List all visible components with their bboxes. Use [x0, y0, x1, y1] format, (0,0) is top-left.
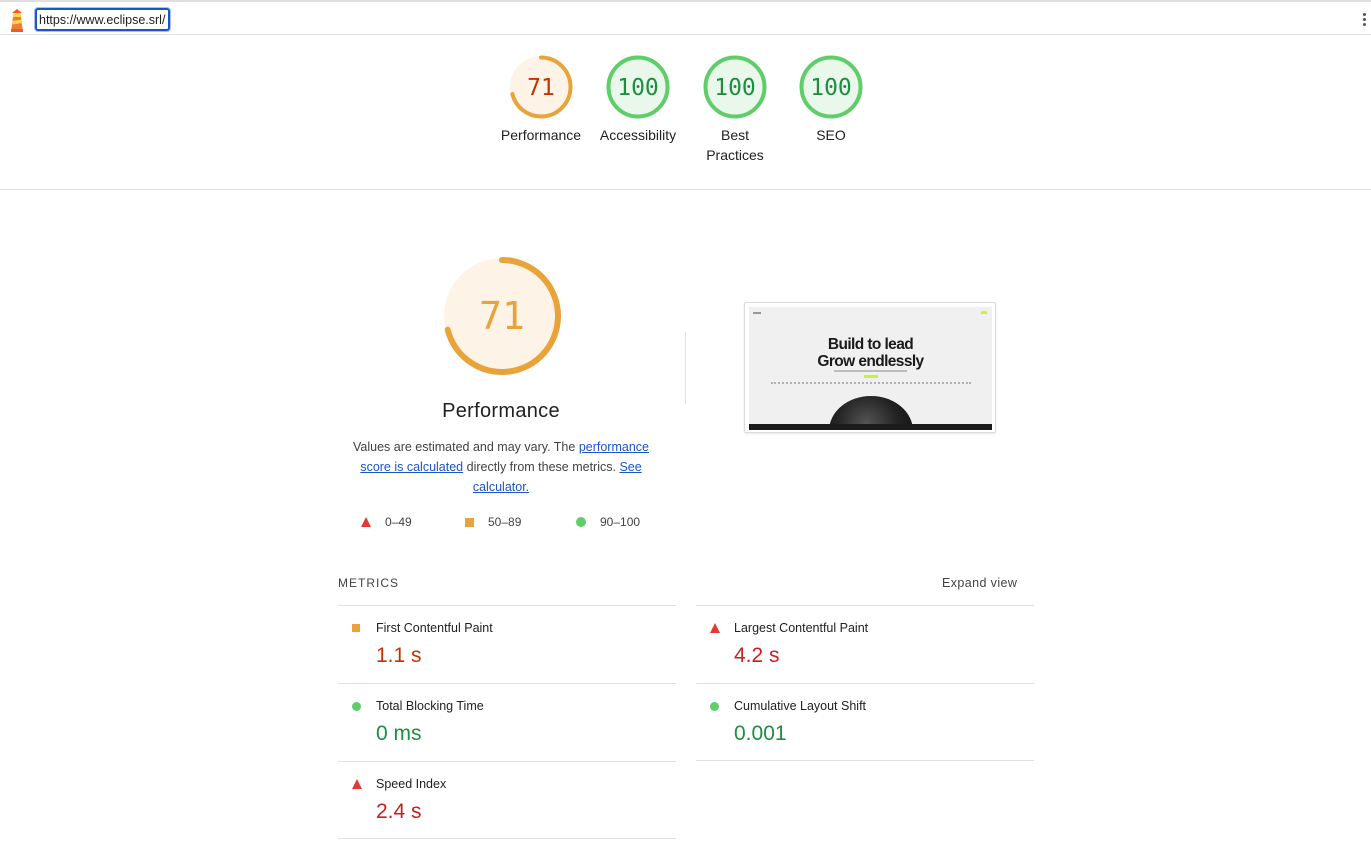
metric-first-contentful-paint: First Contentful Paint 1.1 s [338, 605, 676, 683]
url-link[interactable]: https://www.eclipse.srl/ [35, 8, 171, 31]
performance-title: Performance [442, 400, 560, 422]
desc-text: directly from these metrics. [463, 460, 620, 474]
red-triangle-icon [710, 623, 720, 633]
red-triangle-icon [361, 517, 371, 527]
metric-name: First Contentful Paint [376, 621, 493, 635]
gauge-best-practices[interactable]: 100 Best Practices [685, 54, 785, 165]
performance-score: 71 [479, 294, 525, 338]
gauge-performance[interactable]: 71 Performance [491, 54, 591, 145]
top-bar: https://www.eclipse.srl/ [0, 0, 1371, 35]
metric-divider [338, 838, 676, 839]
metric-value: 0 ms [376, 722, 422, 745]
metrics-heading: METRICS [338, 576, 399, 590]
metric-name: Total Blocking Time [376, 699, 484, 713]
metric-value: 2.4 s [376, 800, 422, 823]
gauge-score: 71 [527, 75, 555, 101]
metric-largest-contentful-paint: Largest Contentful Paint 4.2 s [696, 605, 1034, 683]
metric-name: Cumulative Layout Shift [734, 699, 867, 713]
metric-total-blocking-time: Total Blocking Time 0 ms [338, 683, 676, 761]
metric-value: 1.1 s [376, 644, 422, 667]
gauge-ring: 100 [606, 55, 670, 119]
thumb-bottom-bar [749, 424, 992, 430]
legend-fail: 0–49 [361, 515, 412, 529]
final-screenshot[interactable]: Build to lead Grow endlessly [744, 302, 996, 433]
performance-gauge: 71 [443, 257, 561, 375]
legend-average: 50–89 [465, 515, 521, 529]
gauge-label: Best Practices [706, 127, 764, 163]
gauge-score: 100 [617, 75, 659, 101]
red-triangle-icon [352, 779, 362, 789]
legend-range: 0–49 [385, 515, 412, 529]
orange-square-icon [465, 517, 474, 527]
metric-speed-index: Speed Index 2.4 s [338, 761, 676, 839]
gauge-label: Performance [500, 127, 582, 143]
legend-pass: 90–100 [576, 515, 640, 529]
metric-name: Largest Contentful Paint [734, 621, 869, 635]
thumb-subtitle [834, 370, 907, 372]
more-options-icon[interactable] [1362, 13, 1368, 27]
screenshot-image: Build to lead Grow endlessly [749, 307, 992, 430]
thumb-headline: Build to lead Grow endlessly [749, 336, 992, 370]
gauge-seo[interactable]: 100 SEO [781, 54, 881, 145]
metric-cumulative-layout-shift: Cumulative Layout Shift 0.001 [696, 683, 1034, 761]
gauge-score: 100 [810, 75, 852, 101]
gauge-ring: 100 [799, 55, 863, 119]
headline-line: Grow endlessly [817, 353, 924, 370]
metric-name: Speed Index [376, 777, 447, 791]
gauge-score: 100 [714, 75, 756, 101]
score-gauges: 71 Performance 100 Accessibility 100 Bes… [0, 36, 1371, 190]
thumb-nav-logo [753, 312, 761, 314]
green-circle-icon [576, 517, 586, 527]
gauge-ring: 71 [509, 55, 573, 119]
gauge-accessibility[interactable]: 100 Accessibility [588, 54, 688, 145]
metric-divider [696, 760, 1034, 761]
desc-text: Values are estimated and may vary. The [353, 440, 579, 454]
vertical-divider [685, 332, 686, 404]
expand-view-button[interactable]: Expand view [942, 576, 1017, 590]
green-circle-icon [352, 702, 361, 711]
green-circle-icon [710, 702, 719, 711]
legend-range: 50–89 [488, 515, 522, 529]
performance-description: Values are estimated and may vary. The p… [340, 437, 662, 497]
metric-value: 4.2 s [734, 644, 780, 667]
orange-square-icon [352, 624, 360, 632]
gauge-label: Accessibility [599, 127, 677, 143]
gauge-label: SEO [816, 127, 846, 143]
thumb-logo-strip [771, 382, 971, 384]
thumb-cta [864, 375, 878, 378]
lighthouse-logo-icon [11, 9, 23, 32]
metric-value: 0.001 [734, 722, 787, 745]
legend-range: 90–100 [600, 515, 641, 529]
headline-line: Build to lead [827, 336, 914, 353]
gauge-ring: 100 [703, 55, 767, 119]
thumb-nav-button [981, 311, 987, 314]
